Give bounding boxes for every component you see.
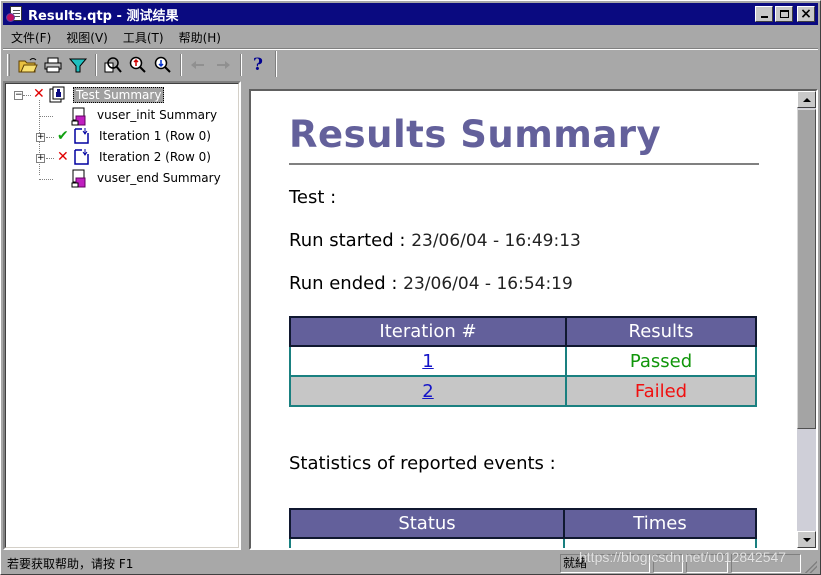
forward-arrow-icon (217, 61, 230, 69)
table-row: 2 Failed (289, 375, 757, 407)
filter-button[interactable] (66, 54, 90, 76)
print-button[interactable] (41, 54, 65, 76)
script-summary-icon (71, 169, 86, 188)
open-folder-icon (18, 58, 38, 73)
iteration-link[interactable]: 1 (422, 351, 433, 372)
back-arrow-icon (191, 61, 204, 69)
menu-file[interactable]: 文件(F) (3, 29, 58, 46)
column-header-results: Results (565, 316, 757, 347)
run-ended-label: Run ended : (289, 273, 398, 294)
passed-icon: ✔ (57, 128, 69, 144)
status-help-text: 若要获取帮助，请按 F1 (7, 557, 134, 571)
table-row (289, 537, 757, 548)
failed-icon: ✕ (33, 86, 45, 102)
close-button[interactable]: × (797, 6, 815, 22)
open-button[interactable] (16, 54, 40, 76)
minimize-button[interactable] (755, 6, 773, 22)
script-summary-icon (71, 107, 86, 126)
iterations-table: Iteration # Results 1 Passed 2 Failed (289, 316, 757, 407)
scroll-down-button[interactable] (797, 531, 816, 548)
test-summary-icon (49, 86, 65, 103)
title-divider (289, 163, 759, 165)
iteration-icon (74, 149, 89, 165)
column-header-status: Status (289, 508, 565, 539)
iteration-cell: 1 (289, 345, 567, 377)
window-title: Results.qtp - 测试结果 (28, 8, 179, 24)
table-row: 1 Passed (289, 345, 757, 377)
run-started-label: Run started : (289, 230, 406, 251)
toolbar-separator (95, 54, 97, 76)
vertical-scrollbar[interactable] (797, 91, 816, 548)
tree-node-iteration-1[interactable]: Iteration 1 (Row 0) (99, 129, 211, 143)
menu-tools[interactable]: 工具(T) (115, 29, 171, 46)
table-header-row: Status Times (289, 508, 757, 539)
toolbar: ? (3, 51, 271, 79)
stats-heading: Statistics of reported events : (289, 453, 556, 474)
maximize-button[interactable] (775, 6, 793, 22)
expand-toggle[interactable]: + (36, 133, 45, 142)
help-icon: ? (253, 55, 263, 75)
tree-node-test-summary[interactable]: Test Summary (73, 87, 165, 103)
find-next-button[interactable] (151, 54, 175, 76)
tree-node-vuser-init[interactable]: vuser_init Summary (97, 108, 217, 122)
status-cell (289, 537, 565, 548)
forward-button[interactable] (211, 54, 235, 76)
result-cell: Failed (565, 375, 757, 407)
resize-grip[interactable] (805, 561, 817, 573)
table-header-row: Iteration # Results (289, 316, 757, 347)
pane-splitter[interactable] (241, 81, 249, 550)
find-button[interactable] (101, 54, 125, 76)
tree-node-vuser-end[interactable]: vuser_end Summary (97, 171, 221, 185)
run-started-value: 23/06/04 - 16:49:13 (411, 231, 581, 251)
scroll-thumb[interactable] (797, 109, 816, 429)
menu-bar: 文件(F) 视图(V) 工具(T) 帮助(H) (3, 27, 228, 47)
toolbar-grip[interactable] (7, 54, 10, 76)
print-icon (44, 57, 62, 73)
run-ended-line: Run ended : 23/06/04 - 16:54:19 (289, 273, 573, 294)
toolbar-end-divider (275, 51, 277, 77)
iteration-cell: 2 (289, 375, 567, 407)
menu-toolbar-divider (3, 48, 818, 50)
column-header-iteration: Iteration # (289, 316, 567, 347)
stats-table: Status Times (289, 508, 757, 548)
minimize-icon (760, 16, 768, 18)
maximize-icon (779, 10, 789, 18)
back-button[interactable] (186, 54, 210, 76)
close-icon: × (800, 6, 812, 22)
report-pane: Results Summary Test : Run started : 23/… (249, 89, 818, 550)
failed-icon: ✕ (57, 149, 69, 165)
results-tree[interactable]: − ✕ Test Summary vuser_init Summary + ✔ … (3, 81, 241, 550)
find-next-icon (154, 56, 171, 73)
menu-view[interactable]: 视图(V) (58, 29, 115, 46)
result-cell: Passed (565, 345, 757, 377)
menu-help[interactable]: 帮助(H) (171, 29, 228, 46)
test-label: Test : (289, 187, 337, 208)
tree-node-iteration-2[interactable]: Iteration 2 (Row 0) (99, 150, 211, 164)
collapse-toggle[interactable]: − (14, 91, 23, 100)
run-ended-value: 23/06/04 - 16:54:19 (403, 274, 573, 294)
help-button[interactable]: ? (246, 54, 270, 76)
filter-icon (68, 58, 88, 73)
run-started-line: Run started : 23/06/04 - 16:49:13 (289, 230, 581, 251)
toolbar-separator (240, 54, 242, 76)
app-icon[interactable] (6, 6, 24, 22)
app-window: Results.qtp - 测试结果 × 文件(F) 视图(V) 工具(T) 帮… (0, 0, 821, 575)
iteration-link[interactable]: 2 (422, 381, 433, 402)
iteration-icon (74, 128, 89, 144)
column-header-times: Times (563, 508, 757, 539)
find-previous-icon (129, 56, 146, 73)
toolbar-separator (180, 54, 182, 76)
arrow-up-icon (802, 97, 811, 102)
find-previous-button[interactable] (126, 54, 150, 76)
watermark: https://blog.csdn.net/u012842547 (579, 549, 787, 565)
arrow-down-icon (802, 537, 811, 542)
scroll-up-button[interactable] (797, 91, 816, 108)
expand-toggle[interactable]: + (36, 154, 45, 163)
find-icon (104, 57, 122, 73)
test-line: Test : (289, 187, 336, 208)
times-cell (563, 537, 757, 548)
report-content: Results Summary Test : Run started : 23/… (251, 91, 796, 548)
report-title: Results Summary (289, 113, 662, 156)
title-bar[interactable]: Results.qtp - 测试结果 × (3, 3, 818, 25)
